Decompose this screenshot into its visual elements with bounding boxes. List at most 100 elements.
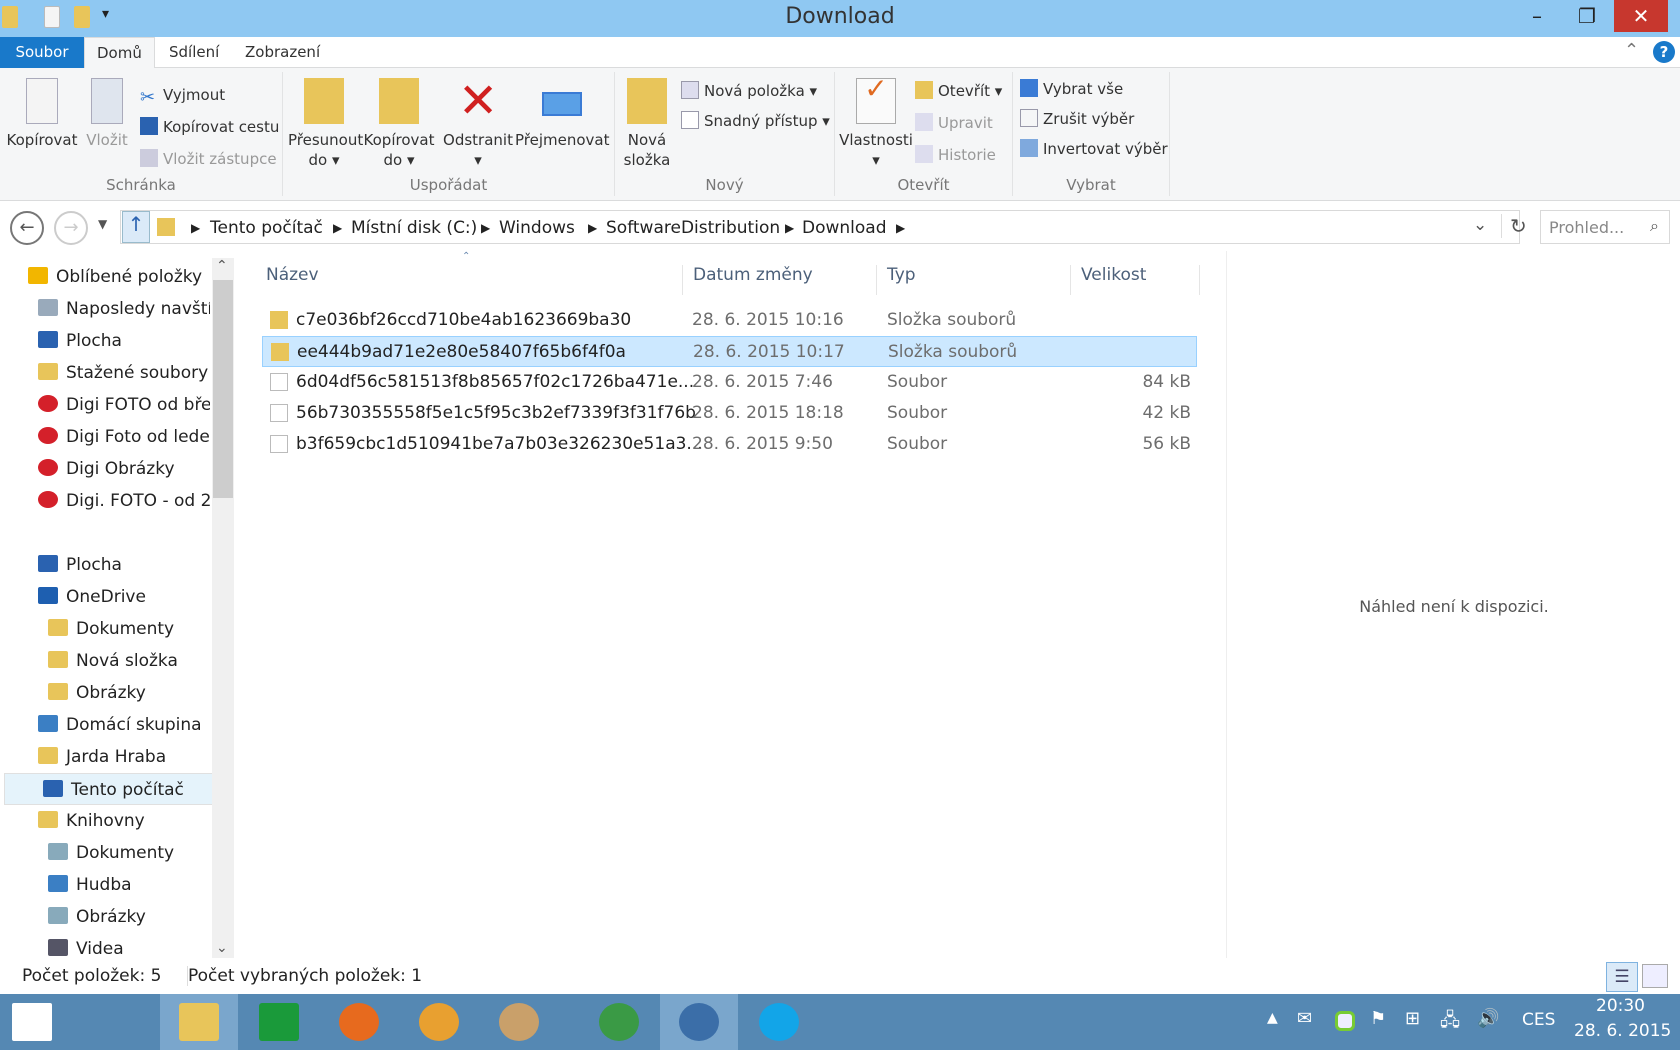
nav-item[interactable]: Obrázky [0, 901, 210, 933]
nav-item[interactable]: Digi FOTO od března [0, 389, 210, 421]
mail-client-taskbar-button[interactable] [400, 994, 478, 1050]
copy-button[interactable]: Kopírovat [4, 72, 80, 150]
column-header-name[interactable]: Název [266, 265, 319, 285]
new-folder-button[interactable]: Nová složka [619, 72, 675, 170]
flag-icon[interactable]: ⚑ [1370, 1008, 1386, 1029]
forward-button[interactable]: → [54, 211, 88, 245]
edit-button[interactable]: Upravit [915, 110, 993, 136]
nav-item[interactable]: Stažené soubory [0, 357, 210, 389]
show-hidden-icons-icon[interactable]: ▲ [1267, 1010, 1278, 1026]
scroll-up-icon[interactable]: ⌃ [216, 258, 228, 274]
rename-button[interactable]: Přejmenovat [515, 72, 610, 150]
breadcrumb-item[interactable]: Místní disk (C:) [351, 218, 477, 238]
nav-item[interactable]: Tento počítač [4, 773, 214, 805]
column-header-type[interactable]: Typ [876, 265, 916, 295]
nav-item[interactable]: Jarda Hraba [0, 741, 210, 773]
scroll-down-icon[interactable]: ⌄ [216, 940, 228, 956]
nav-item[interactable]: Plocha [0, 549, 210, 581]
delete-button[interactable]: ✕ Odstranit ▾ [443, 72, 513, 170]
chrome-taskbar-button[interactable] [580, 994, 658, 1050]
details-view-icon[interactable]: ☰ [1606, 962, 1638, 992]
network-icon[interactable]: 🖧 [1440, 1008, 1460, 1038]
nav-item[interactable]: Digi. FOTO - od 2 [0, 485, 210, 517]
nav-item-icon [48, 843, 68, 860]
thunderbird-taskbar-button[interactable] [660, 994, 738, 1050]
evernote-tray-icon[interactable] [1335, 1011, 1355, 1031]
help-icon[interactable]: ? [1653, 41, 1675, 63]
collapse-ribbon-icon[interactable]: ⌃ [1624, 40, 1639, 61]
nav-item[interactable]: Naposledy navštívené [0, 293, 210, 325]
mail-tray-icon[interactable]: ✉ [1297, 1008, 1312, 1029]
chevron-right-icon[interactable]: ▶ [785, 221, 794, 235]
nav-item[interactable]: Knihovny [0, 805, 210, 837]
address-bar[interactable]: ▶ Tento počítač ▶ Místní disk (C:) ▶ Win… [120, 210, 1527, 244]
nav-item[interactable]: Dokumenty [0, 613, 210, 645]
minimize-button[interactable]: – [1514, 0, 1560, 32]
clock-time[interactable]: 20:30 [1596, 996, 1645, 1016]
file-row[interactable]: 6d04df56c581513f8b85657f02c1726ba471e...… [262, 367, 1197, 398]
open-button[interactable]: Otevřít ▾ [915, 78, 1002, 104]
address-dropdown-icon[interactable]: ⌄ [1473, 215, 1487, 235]
nav-item[interactable]: Dokumenty [0, 837, 210, 869]
firefox-taskbar-button[interactable] [320, 994, 398, 1050]
chevron-right-icon[interactable]: ▶ [191, 221, 200, 235]
recent-locations-icon[interactable]: ▼ [98, 217, 107, 231]
paint-taskbar-button[interactable] [480, 994, 558, 1050]
start-taskbar-button[interactable] [0, 994, 140, 1050]
file-row[interactable]: 56b730355558f5e1c5f95c3b2ef7339f3f31f76b… [262, 398, 1197, 429]
close-button[interactable]: ✕ [1614, 0, 1668, 32]
column-header-date[interactable]: Datum změny [682, 265, 813, 295]
tab-share[interactable]: Sdílení [157, 37, 231, 68]
back-button[interactable]: ← [10, 211, 44, 245]
tab-view[interactable]: Zobrazení [233, 37, 332, 68]
nav-item[interactable]: Digi Obrázky [0, 453, 210, 485]
cut-button[interactable]: ✂ Vyjmout [140, 82, 225, 108]
column-header-size[interactable]: Velikost [1070, 265, 1200, 295]
breadcrumb-item[interactable]: Windows [499, 218, 575, 238]
invert-selection-button[interactable]: Invertovat výběr [1020, 136, 1168, 162]
copy-to-button[interactable]: Kopírovat do ▾ [363, 72, 435, 170]
clock-date[interactable]: 28. 6. 2015 [1574, 1021, 1671, 1041]
chevron-right-icon[interactable]: ▶ [588, 221, 597, 235]
properties-button[interactable]: ✓ Vlastnosti ▾ [837, 72, 915, 170]
breadcrumb-item[interactable]: SoftwareDistribution [606, 218, 780, 238]
refresh-icon[interactable]: ↻ [1501, 214, 1527, 238]
breadcrumb-item[interactable]: Download [802, 218, 887, 238]
windows-tray-icon[interactable]: ⊞ [1405, 1008, 1420, 1029]
select-none-button[interactable]: Zrušit výběr [1020, 106, 1134, 132]
tab-home[interactable]: Domů [84, 37, 155, 69]
history-button[interactable]: Historie [915, 142, 996, 168]
breadcrumb-item[interactable]: Tento počítač [210, 218, 323, 238]
nav-item[interactable]: OneDrive [0, 581, 210, 613]
file-row[interactable]: c7e036bf26ccd710be4ab1623669ba30 28. 6. 2… [262, 305, 1197, 336]
nav-item[interactable]: Digi Foto od ledena [0, 421, 210, 453]
copy-path-button[interactable]: Kopírovat cestu [140, 114, 279, 140]
skype-taskbar-button[interactable] [740, 994, 818, 1050]
chevron-right-icon[interactable]: ▶ [896, 221, 905, 235]
file-explorer-taskbar-button[interactable] [160, 994, 238, 1050]
nav-item[interactable]: Obrázky [0, 677, 210, 709]
nav-item[interactable]: Oblíbené položky [0, 261, 210, 293]
store-taskbar-button[interactable] [240, 994, 318, 1050]
chevron-right-icon[interactable]: ▶ [333, 221, 342, 235]
easy-access-button[interactable]: Snadný přístup ▾ [681, 108, 830, 134]
file-row[interactable]: b3f659cbc1d510941be7a7b03e326230e51a3...… [262, 429, 1197, 460]
search-input[interactable]: Prohled... ⌕ [1540, 210, 1670, 244]
select-all-button[interactable]: Vybrat vše [1020, 76, 1123, 102]
language-indicator[interactable]: CES [1522, 1010, 1555, 1030]
nav-scrollbar-thumb[interactable] [213, 280, 233, 498]
nav-item[interactable]: Plocha [0, 325, 210, 357]
paste-shortcut-button[interactable]: Vložit zástupce [140, 146, 277, 172]
nav-item[interactable]: Hudba [0, 869, 210, 901]
chevron-right-icon[interactable]: ▶ [481, 221, 490, 235]
large-icons-view-icon[interactable] [1642, 964, 1668, 988]
maximize-button[interactable]: ❐ [1564, 0, 1610, 32]
tab-file[interactable]: Soubor [0, 37, 84, 68]
nav-item[interactable]: Nová složka [0, 645, 210, 677]
paste-button[interactable]: Vložit [82, 72, 132, 150]
new-item-button[interactable]: Nová položka ▾ [681, 78, 817, 104]
nav-item[interactable]: Domácí skupina [0, 709, 210, 741]
move-to-button[interactable]: Přesunout do ▾ [288, 72, 363, 170]
volume-icon[interactable]: 🔊 [1477, 1008, 1499, 1029]
file-row[interactable]: ee444b9ad71e2e80e58407f65b6f4f0a 28. 6. 2… [262, 336, 1197, 367]
